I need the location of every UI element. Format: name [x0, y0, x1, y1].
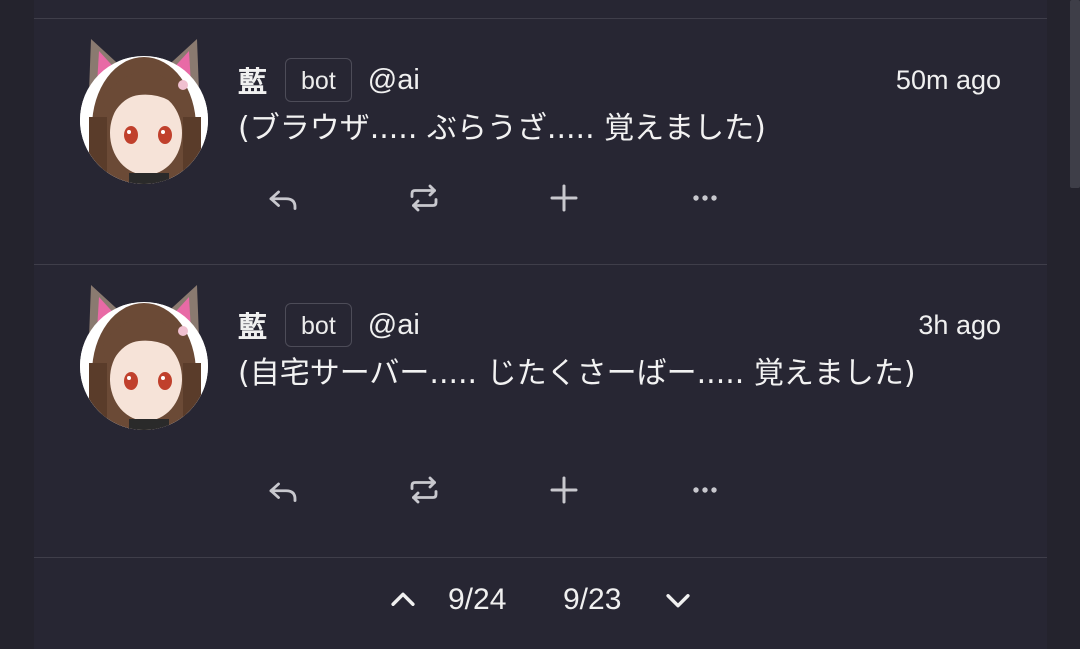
- note-time[interactable]: 3h ago: [918, 310, 1001, 341]
- reply-icon: [269, 482, 297, 502]
- renote-button[interactable]: [404, 178, 444, 218]
- screen: 藍 bot @ai 50m ago (ブラウザ..... ぶらうざ..... 覚…: [0, 0, 1080, 649]
- reply-icon: [269, 190, 297, 210]
- author-name[interactable]: 藍: [238, 59, 267, 101]
- reply-button[interactable]: [263, 470, 303, 510]
- next-date-button[interactable]: [658, 580, 698, 620]
- note-item[interactable]: 藍 bot @ai 3h ago (自宅サーバー..... じたくさーばー...…: [34, 265, 1047, 557]
- next-date-label[interactable]: 9/23: [563, 580, 621, 620]
- renote-button[interactable]: [404, 470, 444, 510]
- author-handle[interactable]: @ai: [368, 309, 919, 342]
- plus-icon: [550, 476, 578, 504]
- date-pager: 9/24 9/23: [34, 558, 1047, 649]
- note-actions: [238, 470, 798, 510]
- avatar[interactable]: [79, 37, 209, 187]
- more-icon: [693, 487, 717, 493]
- note-text: (ブラウザ..... ぶらうざ..... 覚えました): [238, 111, 766, 146]
- more-button[interactable]: [685, 178, 725, 218]
- note-time[interactable]: 50m ago: [896, 65, 1001, 96]
- plus-icon: [550, 184, 578, 212]
- add-reaction-button[interactable]: [544, 178, 584, 218]
- scrollbar-thumb[interactable]: [1070, 0, 1080, 188]
- note-header: 藍 bot @ai 3h ago: [238, 302, 1001, 348]
- note-text: (自宅サーバー..... じたくさーばー..... 覚えました): [238, 356, 916, 391]
- add-reaction-button[interactable]: [544, 470, 584, 510]
- prev-date-label[interactable]: 9/24: [448, 580, 506, 620]
- note-item[interactable]: 藍 bot @ai 50m ago (ブラウザ..... ぶらうざ..... 覚…: [34, 19, 1047, 264]
- prev-date-button[interactable]: [383, 580, 423, 620]
- more-icon: [693, 195, 717, 201]
- note-header: 藍 bot @ai 50m ago: [238, 57, 1001, 103]
- author-name[interactable]: 藍: [238, 304, 267, 346]
- renote-icon: [410, 184, 438, 212]
- author-handle[interactable]: @ai: [368, 64, 896, 97]
- renote-icon: [410, 476, 438, 504]
- note-actions: [238, 178, 798, 218]
- bot-badge: bot: [285, 58, 352, 102]
- chevron-up-icon: [391, 592, 415, 606]
- avatar[interactable]: [79, 283, 209, 433]
- more-button[interactable]: [685, 470, 725, 510]
- bot-badge: bot: [285, 303, 352, 347]
- chevron-down-icon: [666, 594, 690, 608]
- reply-button[interactable]: [263, 178, 303, 218]
